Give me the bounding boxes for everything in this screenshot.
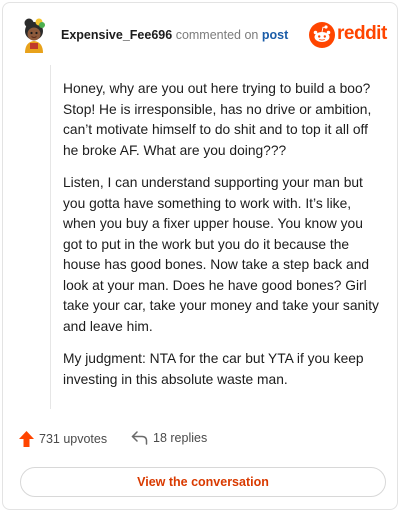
reply-arrow-icon: [131, 431, 148, 445]
post-link[interactable]: post: [262, 28, 288, 42]
comment-card: Expensive_Fee696 commented on post reddi…: [2, 2, 398, 510]
username[interactable]: Expensive_Fee696: [61, 28, 172, 42]
comment-paragraph: My judgment: NTA for the car but YTA if …: [63, 351, 364, 387]
reply-count: 18 replies: [153, 431, 208, 445]
reddit-wordmark: reddit: [337, 23, 387, 44]
comment-meta: Expensive_Fee696 commented on post: [61, 28, 288, 42]
comment-paragraph: Honey, why are you out here trying to bu…: [63, 81, 372, 158]
upvote-count: 731 upvotes: [39, 432, 108, 446]
comment-header: Expensive_Fee696 commented on post reddi…: [3, 3, 397, 69]
view-conversation-button[interactable]: View the conversation: [20, 467, 386, 497]
comment-actions: 731 upvotes 18 replies: [19, 431, 379, 451]
upvote-button[interactable]: 731 upvotes: [19, 431, 107, 447]
user-avatar[interactable]: [17, 17, 51, 53]
replies-button[interactable]: 18 replies: [131, 431, 207, 445]
commented-on-text: commented on: [175, 28, 259, 42]
comment-paragraph: Listen, I can understand supporting your…: [63, 175, 379, 334]
upvote-arrow-icon: [19, 431, 34, 447]
reddit-logo[interactable]: reddit: [309, 20, 389, 50]
thread-line: [50, 65, 51, 409]
reddit-snoo-icon: [309, 22, 335, 48]
comment-body: Honey, why are you out here trying to bu…: [63, 79, 381, 402]
